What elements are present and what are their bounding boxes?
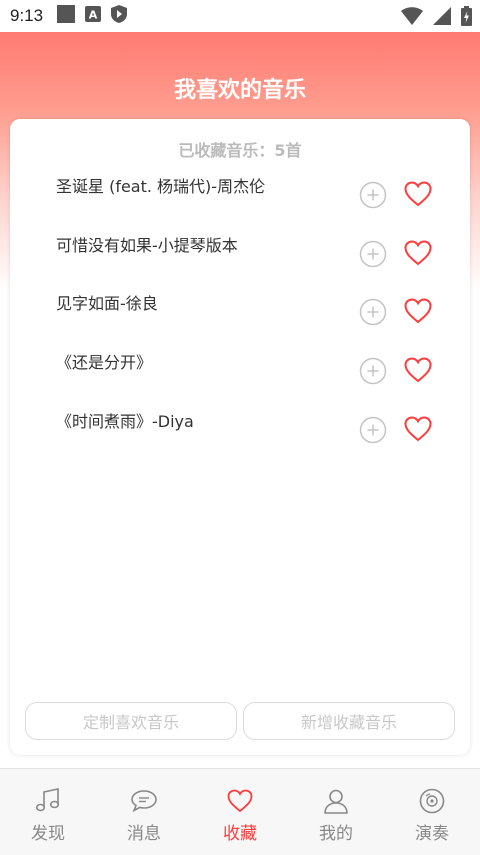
favorites-count: 已收藏音乐：5首 — [178, 141, 302, 160]
heart-icon[interactable] — [403, 296, 433, 326]
song-title: 《时间煮雨》-Diya — [56, 412, 194, 431]
svg-text:A: A — [89, 9, 98, 22]
page-title: 我喜欢的音乐 — [173, 78, 306, 103]
song-title: 见字如面-徐良 — [56, 294, 158, 313]
bottom-tab-bar: 发现 消息 收藏 我的 演奏 — [0, 768, 480, 855]
add-to-playlist-button[interactable] — [359, 416, 387, 444]
add-to-playlist-button[interactable] — [359, 240, 387, 268]
favorites-card: 已收藏音乐：5首 圣诞星 (feat. 杨瑞代)-周杰伦 可惜没有如果-小提琴版… — [10, 119, 470, 755]
add-favorite-button[interactable]: 新增收藏音乐 — [243, 702, 455, 740]
tab-favorites[interactable]: 收藏 — [192, 769, 288, 855]
shield-play-icon — [111, 5, 128, 27]
heart-icon[interactable] — [403, 414, 433, 444]
heart-icon[interactable] — [403, 355, 433, 385]
signal-icon — [433, 7, 451, 29]
status-bar: 9:13 A — [0, 0, 480, 32]
heart-icon[interactable] — [403, 179, 433, 209]
song-title: 可惜没有如果-小提琴版本 — [56, 236, 238, 255]
square-icon — [57, 5, 76, 27]
list-item[interactable]: 可惜没有如果-小提琴版本 — [10, 232, 470, 272]
list-item[interactable]: 《时间煮雨》-Diya — [10, 408, 470, 448]
add-to-playlist-button[interactable] — [359, 357, 387, 385]
tab-label: 演奏 — [415, 824, 449, 844]
tab-label: 收藏 — [223, 824, 257, 844]
tab-play[interactable]: 演奏 — [384, 769, 480, 855]
tab-label: 我的 — [319, 824, 353, 844]
tab-mine[interactable]: 我的 — [288, 769, 384, 855]
song-title: 圣诞星 (feat. 杨瑞代)-周杰伦 — [56, 177, 266, 196]
battery-charging-icon — [461, 6, 472, 30]
add-to-playlist-button[interactable] — [359, 298, 387, 326]
list-item[interactable]: 见字如面-徐良 — [10, 290, 470, 330]
song-title: 《还是分开》 — [56, 353, 153, 372]
tab-label: 消息 — [127, 824, 161, 844]
a-icon: A — [85, 6, 102, 26]
list-item[interactable]: 《还是分开》 — [10, 349, 470, 389]
wifi-icon — [401, 7, 423, 29]
heart-icon[interactable] — [403, 238, 433, 268]
tab-label: 发现 — [31, 824, 65, 844]
custom-favorites-button[interactable]: 定制喜欢音乐 — [25, 702, 237, 740]
tab-discover[interactable]: 发现 — [0, 769, 96, 855]
status-time: 9:13 — [10, 6, 44, 25]
list-item[interactable]: 圣诞星 (feat. 杨瑞代)-周杰伦 — [10, 173, 470, 213]
tab-messages[interactable]: 消息 — [96, 769, 192, 855]
add-to-playlist-button[interactable] — [359, 181, 387, 209]
